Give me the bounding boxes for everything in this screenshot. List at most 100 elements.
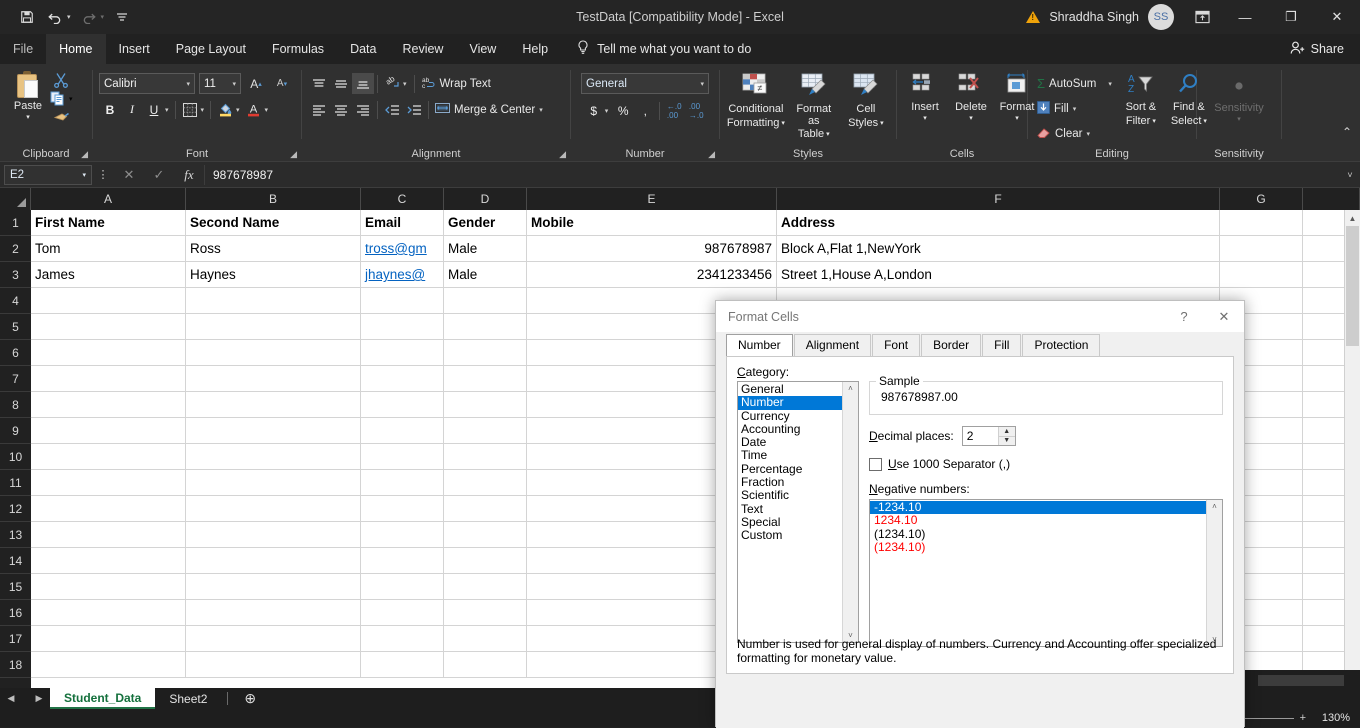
formula-bar-options-icon[interactable]: ⋮ xyxy=(92,168,114,181)
number-dialog-launcher-icon[interactable]: ◢ xyxy=(708,149,715,160)
font-color-dropdown-icon[interactable]: ▾ xyxy=(265,106,269,114)
cell-a9[interactable] xyxy=(31,418,186,443)
use-1000-separator-row[interactable]: Use 1000 Separator (,) xyxy=(869,457,1223,471)
cell-b12[interactable] xyxy=(186,496,361,521)
font-name-dropdown-icon[interactable]: ▾ xyxy=(186,80,190,88)
alignment-dialog-launcher-icon[interactable]: ◢ xyxy=(559,149,566,160)
vertical-scroll-thumb[interactable] xyxy=(1346,226,1359,346)
column-header-b[interactable]: B xyxy=(186,188,361,210)
cell-b1[interactable]: Second Name xyxy=(186,210,361,235)
row-header-5[interactable]: 5 xyxy=(0,314,31,340)
font-dialog-launcher-icon[interactable]: ◢ xyxy=(290,149,297,160)
copy-dropdown-icon[interactable]: ▾ xyxy=(69,95,73,103)
category-item-text[interactable]: Text xyxy=(738,503,842,516)
tab-insert[interactable]: Insert xyxy=(106,34,163,64)
borders-icon[interactable] xyxy=(179,99,201,120)
cell-b13[interactable] xyxy=(186,522,361,547)
align-left-icon[interactable] xyxy=(308,99,330,120)
cell-d13[interactable] xyxy=(444,522,527,547)
dialog-close-icon[interactable]: ✕ xyxy=(1204,301,1244,332)
underline-button[interactable]: U xyxy=(143,99,165,120)
cell-a10[interactable] xyxy=(31,444,186,469)
cell-a5[interactable] xyxy=(31,314,186,339)
number-format-dropdown-icon[interactable]: ▾ xyxy=(700,80,704,88)
cancel-edit-icon[interactable]: ✕ xyxy=(114,167,144,183)
category-scrollbar[interactable]: ˄ ˅ xyxy=(842,382,858,642)
cell-b6[interactable] xyxy=(186,340,361,365)
dialog-tab-alignment[interactable]: Alignment xyxy=(794,334,871,356)
cell-d10[interactable] xyxy=(444,444,527,469)
cell-d1[interactable]: Gender xyxy=(444,210,527,235)
cell-d2[interactable]: Male xyxy=(444,236,527,261)
row-header-12[interactable]: 12 xyxy=(0,496,31,522)
cell-b10[interactable] xyxy=(186,444,361,469)
insert-function-icon[interactable]: fx xyxy=(174,167,204,183)
cell-styles-dropdown-icon[interactable]: ▾ xyxy=(880,118,884,130)
row-header-2[interactable]: 2 xyxy=(0,236,31,262)
cell-a2[interactable]: Tom xyxy=(31,236,186,261)
increase-decimal-icon[interactable]: ←.0.00 xyxy=(663,100,685,121)
undo-dropdown-icon[interactable]: ▾ xyxy=(67,13,71,21)
underline-dropdown-icon[interactable]: ▾ xyxy=(165,106,169,114)
dialog-tab-border[interactable]: Border xyxy=(921,334,981,356)
redo-dropdown-icon[interactable]: ▾ xyxy=(101,13,105,21)
increase-font-size-icon[interactable]: A▴ xyxy=(245,73,267,94)
category-item-scientific[interactable]: Scientific xyxy=(738,489,842,502)
collapse-ribbon-icon[interactable]: ⌃ xyxy=(1342,125,1352,139)
cell-d7[interactable] xyxy=(444,366,527,391)
negative-number-option-4[interactable]: (1234.10) xyxy=(870,541,1206,554)
category-item-custom[interactable]: Custom xyxy=(738,529,842,542)
category-item-accounting[interactable]: Accounting xyxy=(738,423,842,436)
tab-data[interactable]: Data xyxy=(337,34,389,64)
orientation-icon[interactable]: ab xyxy=(381,73,403,94)
dialog-tab-number[interactable]: Number xyxy=(726,334,793,357)
autosum-dropdown-icon[interactable]: ▾ xyxy=(1108,80,1112,88)
row-header-13[interactable]: 13 xyxy=(0,522,31,548)
undo-icon[interactable] xyxy=(42,5,68,29)
category-item-time[interactable]: Time xyxy=(738,449,842,462)
cell-c14[interactable] xyxy=(361,548,444,573)
cell-d9[interactable] xyxy=(444,418,527,443)
cell-c8[interactable] xyxy=(361,392,444,417)
negative-scroll-up-icon[interactable]: ˄ xyxy=(1212,502,1217,511)
cell-a15[interactable] xyxy=(31,574,186,599)
category-item-date[interactable]: Date xyxy=(738,436,842,449)
scroll-up-icon[interactable]: ▲ xyxy=(1345,210,1360,226)
category-item-general[interactable]: General xyxy=(738,383,842,396)
cell-a4[interactable] xyxy=(31,288,186,313)
clear-button[interactable]: Clear ▾ xyxy=(1034,123,1115,144)
percent-format-button[interactable]: % xyxy=(612,100,634,121)
dialog-tab-fill[interactable]: Fill xyxy=(982,334,1021,356)
cell-d6[interactable] xyxy=(444,340,527,365)
cell-b5[interactable] xyxy=(186,314,361,339)
cell-d14[interactable] xyxy=(444,548,527,573)
formula-input[interactable]: 987678987 xyxy=(204,165,1340,185)
zoom-level-label[interactable]: 130% xyxy=(1314,712,1350,724)
cut-icon[interactable] xyxy=(50,72,73,88)
column-header-f[interactable]: F xyxy=(777,188,1220,210)
column-header-e[interactable]: E xyxy=(527,188,777,210)
paste-button[interactable]: Paste ▾ xyxy=(6,68,50,123)
use-1000-separator-checkbox[interactable] xyxy=(869,458,882,471)
sensitivity-dropdown-icon[interactable]: ▾ xyxy=(1237,115,1241,123)
cell-b15[interactable] xyxy=(186,574,361,599)
cell-c2[interactable]: tross@gm xyxy=(361,236,444,261)
delete-cells-button[interactable]: Delete ▾ xyxy=(949,71,993,124)
copy-button[interactable]: ▾ xyxy=(50,91,73,107)
sheet-tab-sheet2[interactable]: Sheet2 xyxy=(155,688,221,709)
decrease-indent-icon[interactable] xyxy=(381,99,403,120)
customize-qat-icon[interactable] xyxy=(109,5,135,29)
cell-c6[interactable] xyxy=(361,340,444,365)
dialog-tab-protection[interactable]: Protection xyxy=(1022,334,1100,356)
cell-a18[interactable] xyxy=(31,652,186,677)
tab-file[interactable]: File xyxy=(0,34,46,64)
horizontal-scrollbar[interactable] xyxy=(1242,670,1360,691)
row-header-14[interactable]: 14 xyxy=(0,548,31,574)
row-header-9[interactable]: 9 xyxy=(0,418,31,444)
cell-f3[interactable]: Street 1,House A,London xyxy=(777,262,1220,287)
paste-dropdown-icon[interactable]: ▾ xyxy=(26,113,30,121)
borders-dropdown-icon[interactable]: ▾ xyxy=(201,106,205,114)
cell-c5[interactable] xyxy=(361,314,444,339)
cell-d17[interactable] xyxy=(444,626,527,651)
category-item-percentage[interactable]: Percentage xyxy=(738,463,842,476)
